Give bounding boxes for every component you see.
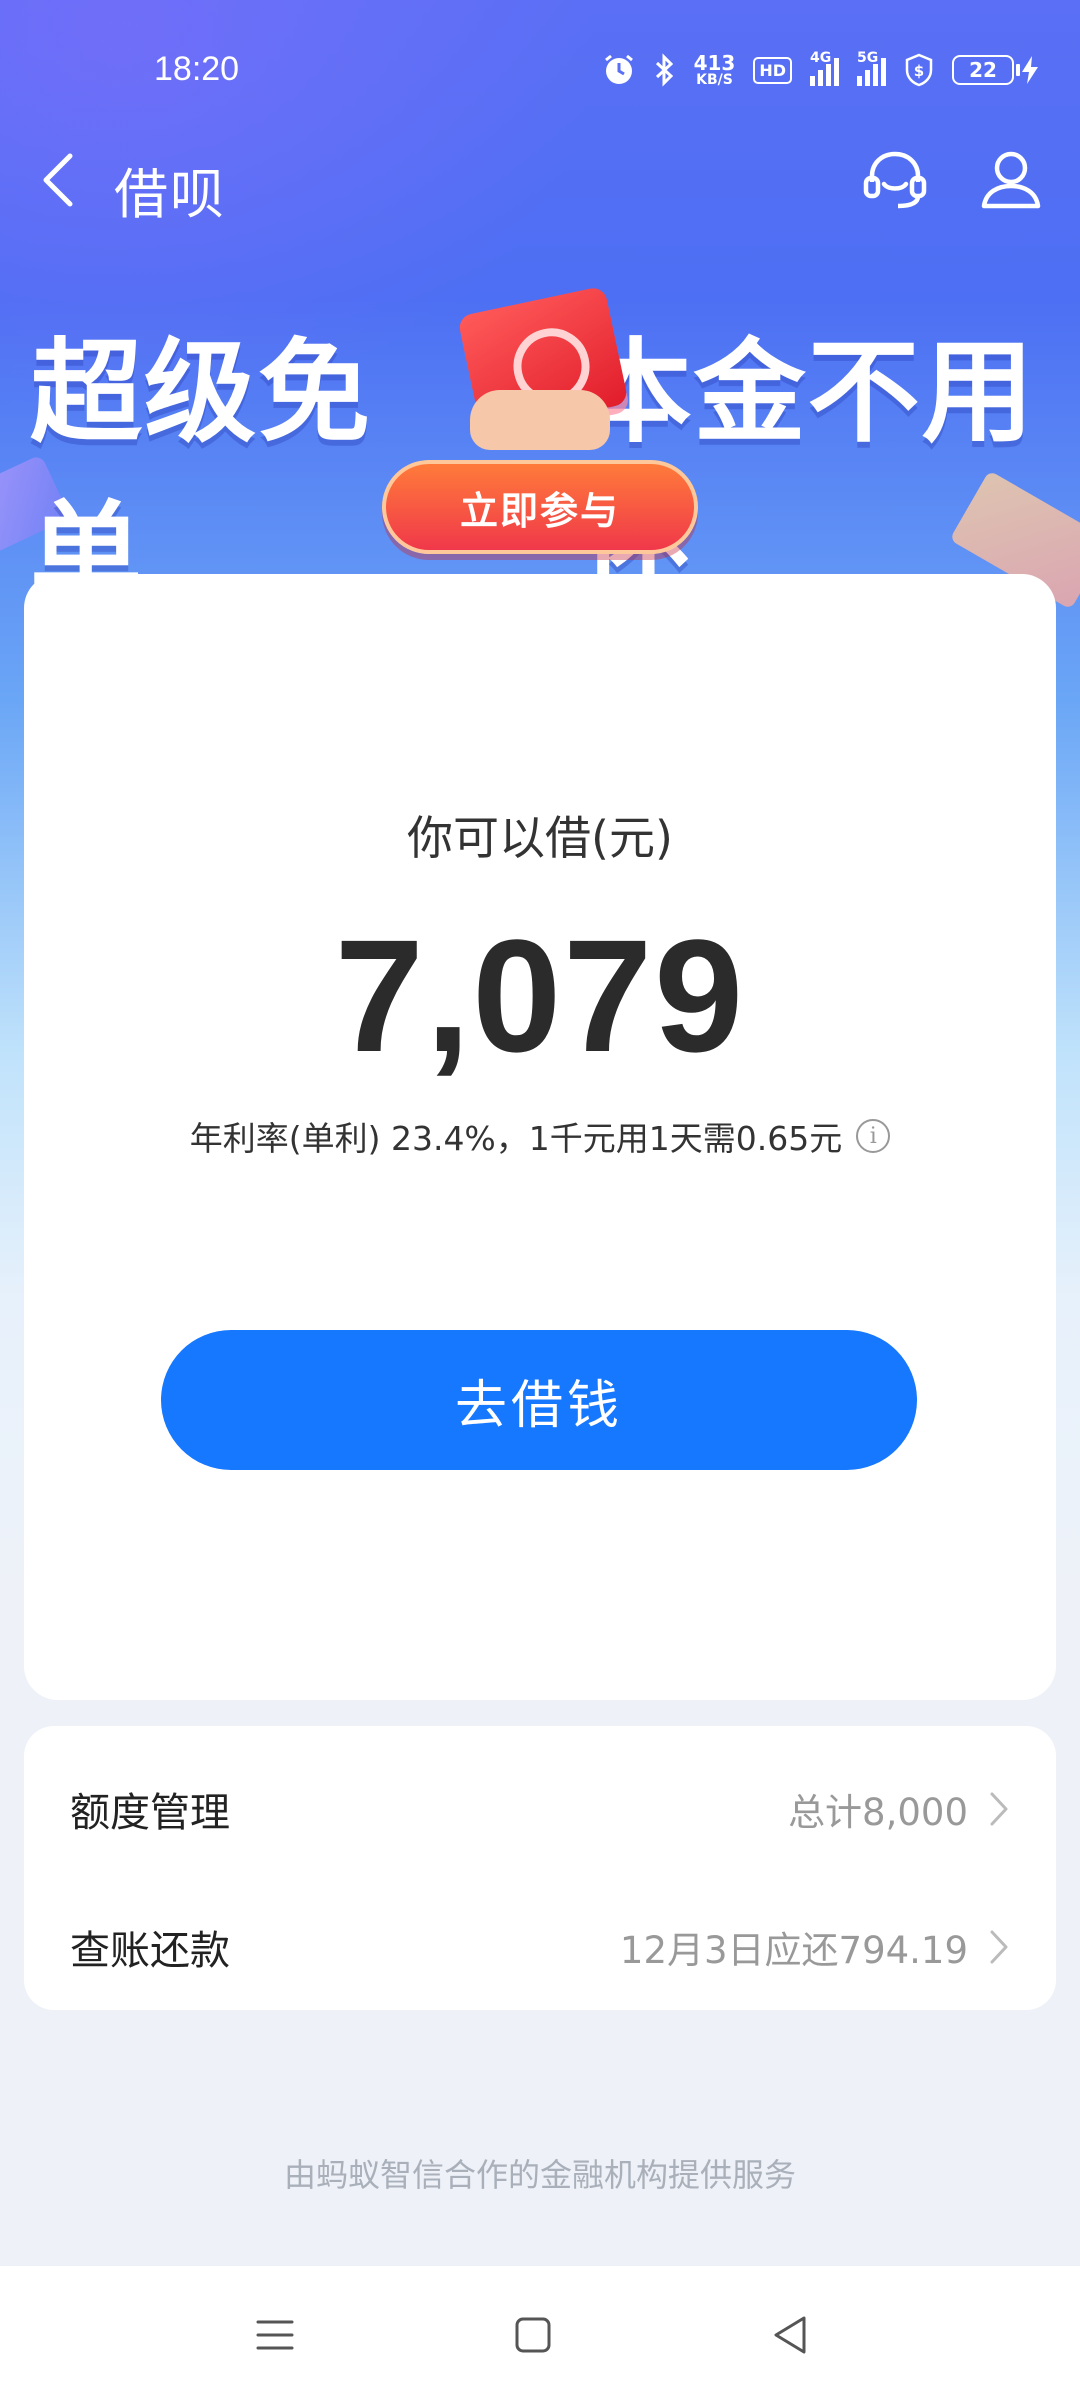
hd-voice-icon: HD — [753, 56, 792, 84]
bluetooth-icon — [654, 53, 676, 87]
app-header: 借呗 — [0, 130, 1080, 230]
alarm-icon — [602, 53, 636, 87]
join-now-button[interactable]: 立即参与 — [382, 460, 698, 554]
signal-4g-label: 4G — [810, 50, 832, 66]
available-amount-label: 你可以借(元) — [407, 811, 673, 865]
signal-5g-icon: 5G — [857, 50, 886, 86]
promo-banner[interactable]: 超级免单 本金不用还 立即参与 — [0, 280, 1080, 620]
battery-indicator: 22 — [952, 55, 1040, 85]
network-speed-unit: KB/S — [696, 72, 733, 88]
system-navigation-bar — [0, 2266, 1080, 2400]
status-bar: 18:20 413 KB/S HD 4G 5G $ 22 — [0, 0, 1080, 140]
customer-service-icon[interactable] — [860, 144, 930, 214]
chevron-right-icon — [990, 1792, 1008, 1826]
hand-illustration — [470, 390, 610, 450]
loan-card: 你可以借(元) 7,079 年利率(单利) 23.4%，1千元用1天需0.65元… — [24, 574, 1056, 1700]
list-item-label: 查账还款 — [70, 1928, 230, 1974]
triangle-back-icon[interactable] — [766, 2310, 816, 2360]
status-time: 18:20 — [154, 50, 240, 88]
home-icon[interactable] — [508, 2310, 558, 2360]
network-speed: 413 KB/S — [694, 53, 736, 87]
status-icons: 413 KB/S HD 4G 5G $ 22 — [602, 50, 1040, 90]
list-item-label: 额度管理 — [70, 1790, 230, 1836]
menu-icon[interactable] — [250, 2310, 300, 2360]
list-item-value: 12月3日应还794.19 — [619, 1929, 968, 1972]
page-title: 借呗 — [114, 163, 226, 226]
list-item-bill-repayment[interactable]: 查账还款 12月3日应还794.19 — [24, 1882, 1056, 2012]
shield-dollar-icon: $ — [904, 53, 934, 87]
borrow-button[interactable]: 去借钱 — [161, 1330, 917, 1470]
available-amount: 7,079 — [334, 906, 746, 1085]
interest-rate-text: 年利率(单利) 23.4%，1千元用1天需0.65元 — [189, 1119, 843, 1158]
battery-level: 22 — [952, 55, 1014, 85]
chevron-right-icon — [990, 1930, 1008, 1964]
network-speed-value: 413 — [693, 51, 736, 75]
user-icon[interactable] — [976, 144, 1046, 214]
back-arrow-icon[interactable] — [36, 150, 92, 210]
info-icon[interactable]: i — [856, 1119, 891, 1153]
list-item-credit-management[interactable]: 额度管理 总计8,000 — [24, 1744, 1056, 1874]
interest-rate-line: 年利率(单利) 23.4%，1千元用1天需0.65元 i — [24, 1112, 1056, 1160]
list-item-value: 总计8,000 — [788, 1791, 968, 1834]
service-provider-note: 由蚂蚁智信合作的金融机构提供服务 — [283, 2156, 796, 2194]
account-menu-card: 额度管理 总计8,000 查账还款 12月3日应还794.19 — [24, 1726, 1056, 2010]
charging-icon — [1022, 56, 1038, 84]
signal-4g-icon: 4G — [810, 50, 839, 86]
svg-text:$: $ — [914, 62, 924, 80]
signal-5g-label: 5G — [857, 50, 879, 66]
